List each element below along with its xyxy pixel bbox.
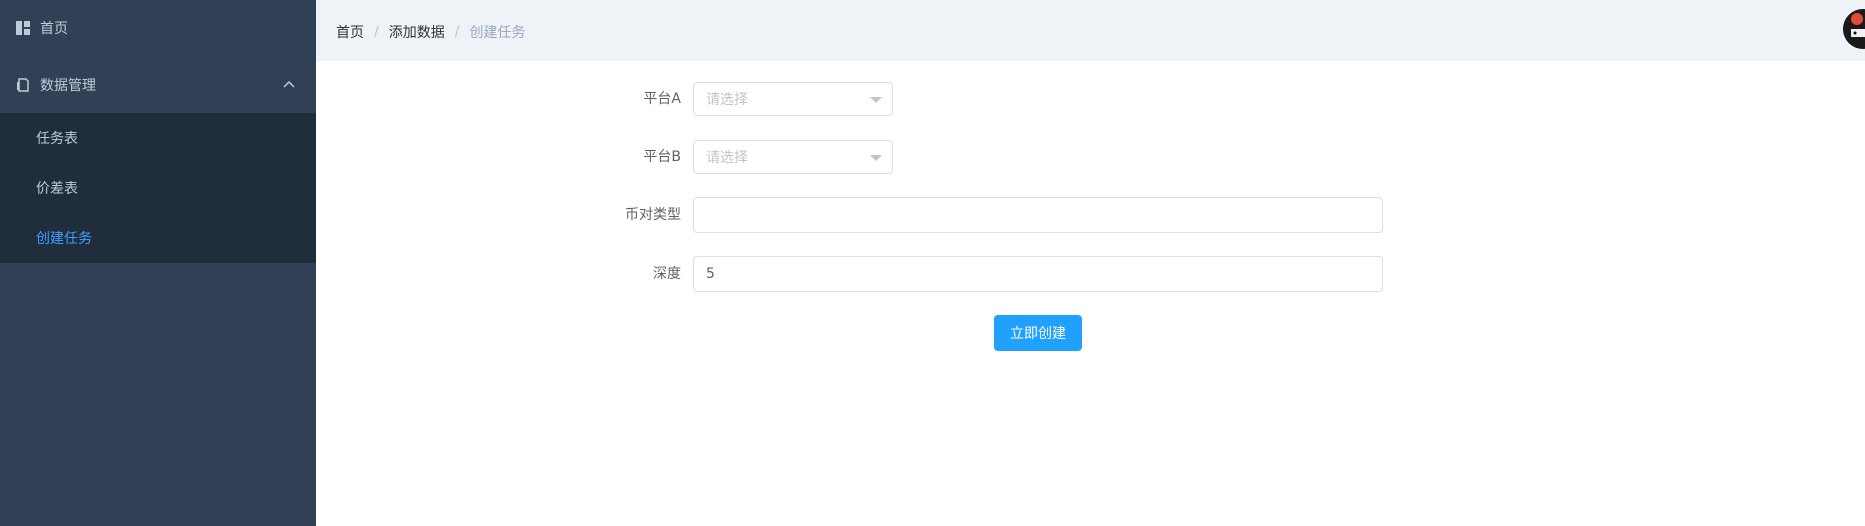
platform-b-select[interactable]: 请选择 — [693, 140, 893, 174]
pair-type-label: 币对类型 — [625, 207, 681, 223]
platform-b-placeholder: 请选择 — [706, 150, 748, 166]
breadcrumb-separator: / — [454, 24, 460, 40]
depth-input[interactable] — [693, 256, 1383, 292]
breadcrumb-home[interactable]: 首页 — [336, 22, 364, 42]
header: 首页 / 添加数据 / 创建任务 — [316, 0, 1865, 61]
breadcrumb-separator: / — [374, 24, 379, 40]
platform-a-label: 平台A — [643, 91, 681, 107]
caret-down-icon — [870, 155, 882, 161]
depth-label: 深度 — [653, 266, 681, 282]
avatar[interactable] — [1843, 9, 1865, 49]
sidebar-item-home[interactable]: 首页 — [0, 0, 316, 56]
caret-down-icon — [870, 97, 882, 103]
form-row-depth: 深度 — [0, 256, 1865, 292]
breadcrumb-add-data: 添加数据 — [388, 25, 445, 41]
pair-type-input[interactable] — [693, 197, 1383, 233]
breadcrumb: 首页 / 添加数据 / 创建任务 — [336, 22, 525, 42]
app-root: 首页 数据管理 任务表 价差表 创建任务 首页 / 添加数据 / 创建任务 平台… — [0, 0, 1865, 526]
form-row-platform-b: 平台B 请选择 — [0, 139, 1865, 175]
sidebar-item-label: 首页 — [40, 21, 68, 37]
breadcrumb-current: 创建任务 — [469, 25, 526, 41]
create-now-button[interactable]: 立即创建 — [994, 315, 1082, 351]
platform-a-placeholder: 请选择 — [706, 92, 748, 108]
submenu-item-label: 价差表 — [36, 181, 78, 197]
platform-b-label: 平台B — [643, 149, 681, 165]
form-row-pair-type: 币对类型 — [0, 197, 1865, 233]
platform-a-select[interactable]: 请选择 — [693, 82, 893, 116]
form-row-platform-a: 平台A 请选择 — [0, 81, 1865, 117]
dashboard-icon — [16, 21, 30, 35]
submenu: 任务表 价差表 创建任务 — [0, 113, 316, 263]
